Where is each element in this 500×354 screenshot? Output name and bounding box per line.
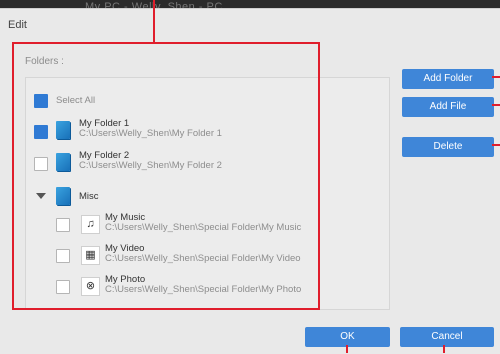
delete-button[interactable]: Delete: [402, 137, 494, 157]
annotation-tick-add-folder: [492, 76, 500, 78]
cancel-button[interactable]: Cancel: [400, 327, 494, 347]
ok-button[interactable]: OK: [305, 327, 390, 347]
add-file-button[interactable]: Add File: [402, 97, 494, 117]
annotation-box-folders: [12, 42, 320, 310]
annotation-line-ok: [346, 345, 348, 353]
annotation-line: [153, 0, 155, 44]
annotation-line-cancel: [443, 345, 445, 353]
annotation-tick-delete: [492, 144, 500, 146]
dialog-title: Edit: [8, 19, 27, 31]
annotation-tick-add-file: [492, 104, 500, 106]
add-folder-button[interactable]: Add Folder: [402, 69, 494, 89]
